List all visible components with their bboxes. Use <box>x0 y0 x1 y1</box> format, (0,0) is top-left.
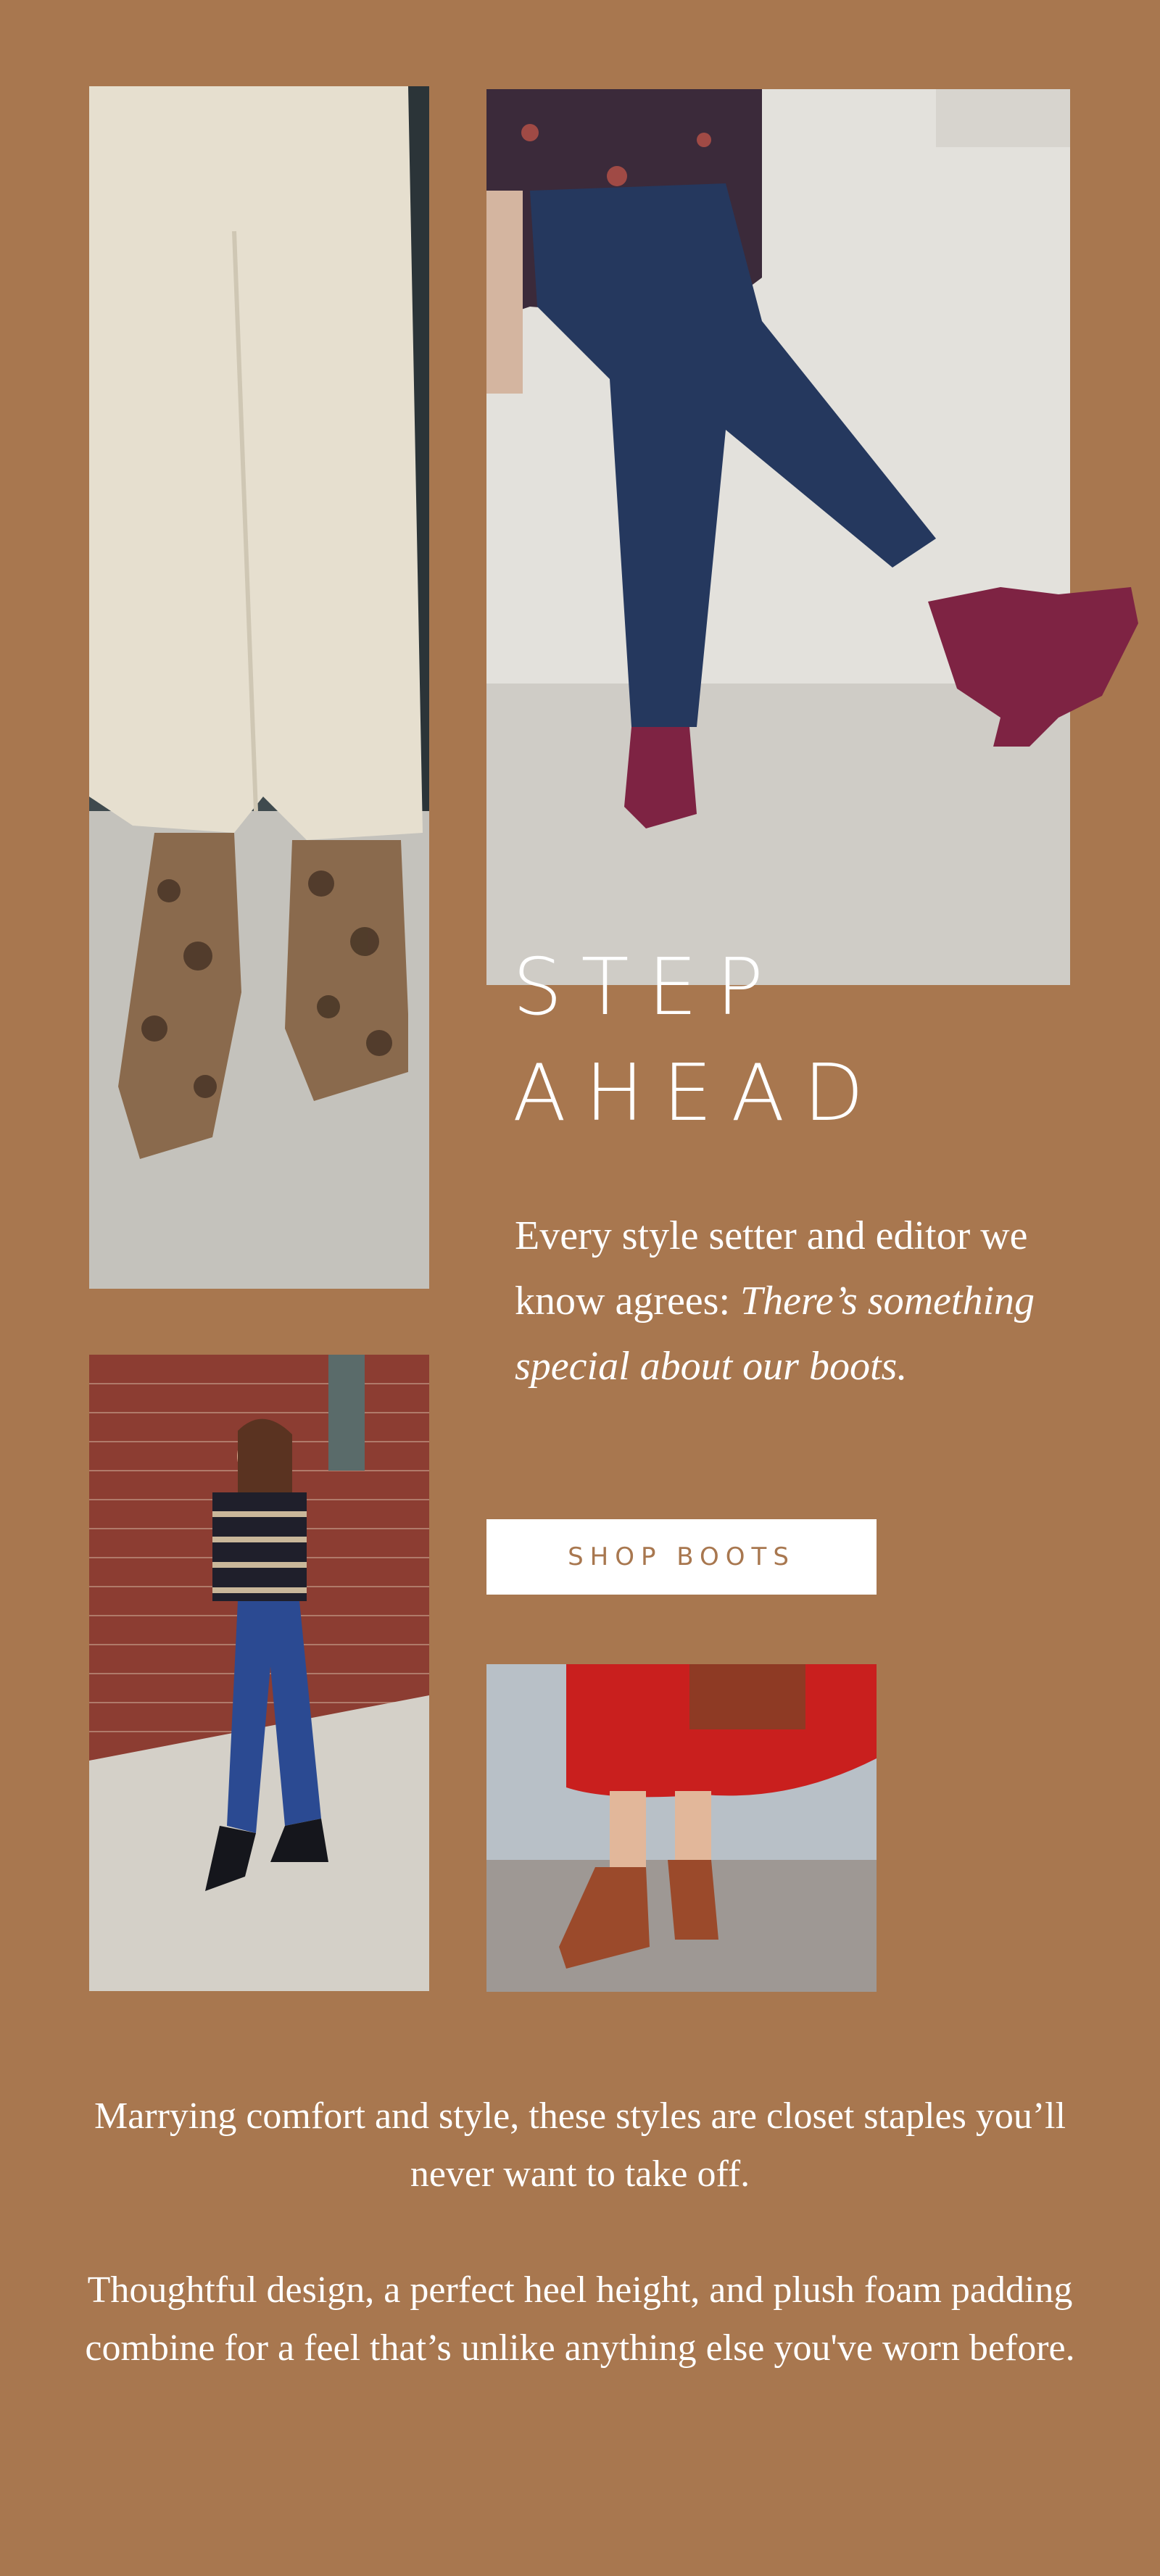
shop-boots-button[interactable]: SHOP BOOTS <box>486 1519 877 1595</box>
intro-text: Every style setter and editor we know ag… <box>515 1203 1037 1399</box>
rust-suede-boots-photo[interactable] <box>486 1664 877 1992</box>
body-paragraph-2: Thoughtful design, a perfect heel height… <box>85 2269 1075 2369</box>
burgundy-boot-overhang <box>928 587 1138 747</box>
snakeskin-boots-photo[interactable] <box>89 86 429 1289</box>
burgundy-suede-boots-photo[interactable] <box>486 89 1070 985</box>
body-copy: Marrying comfort and style, these styles… <box>72 2087 1088 2435</box>
body-paragraph-1: Marrying comfort and style, these styles… <box>94 2095 1066 2195</box>
headline-line1: STEP <box>513 942 782 1033</box>
black-suede-boots-photo[interactable] <box>89 1355 429 1991</box>
headline: STEP AHEAD <box>513 935 882 1147</box>
headline-line2: AHEAD <box>513 1048 883 1139</box>
